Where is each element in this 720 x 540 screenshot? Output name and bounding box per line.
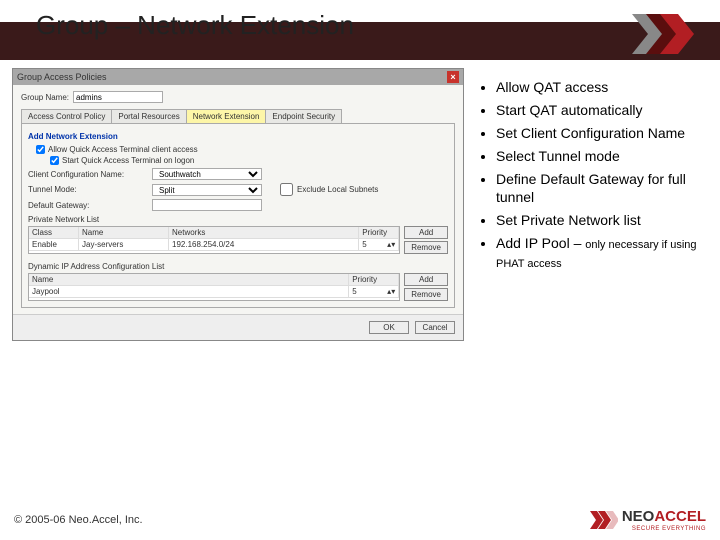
dialog-title-text: Group Access Policies xyxy=(17,72,107,82)
ok-button[interactable]: OK xyxy=(369,321,409,334)
allow-qat-checkbox[interactable] xyxy=(36,145,45,154)
list-item: Select Tunnel mode xyxy=(496,147,710,166)
dialog-titlebar: Group Access Policies × xyxy=(13,69,463,85)
tab-endpoint-security[interactable]: Endpoint Security xyxy=(265,109,342,123)
private-network-label: Private Network List xyxy=(28,215,448,224)
bullet-list: Allow QAT access Start QAT automatically… xyxy=(464,60,720,341)
tab-bar: Access Control Policy Portal Resources N… xyxy=(21,109,455,124)
tunnel-mode-select[interactable]: Split xyxy=(152,184,262,196)
default-gateway-input[interactable] xyxy=(152,199,262,211)
neoaccel-logo: NEOACCEL SECURE EVERYTHING xyxy=(590,507,706,533)
ip-remove-button[interactable]: Remove xyxy=(404,288,448,301)
list-item: Set Private Network list xyxy=(496,211,710,230)
slide-header: Group – Network Extension xyxy=(0,0,720,60)
tunnel-mode-label: Tunnel Mode: xyxy=(28,185,148,194)
table-row[interactable]: Enable Jay-servers 192.168.254.0/24 5▴▾ xyxy=(29,239,399,251)
group-name-input[interactable] xyxy=(73,91,163,103)
ip-pool-table: Name Priority Jaypool 5▴▾ xyxy=(28,273,400,301)
list-item: Set Client Configuration Name xyxy=(496,124,710,143)
group-policies-dialog: Group Access Policies × Group Name: Acce… xyxy=(12,68,464,341)
slide-title: Group – Network Extension xyxy=(36,10,354,41)
ip-add-button[interactable]: Add xyxy=(404,273,448,286)
chevron-decor xyxy=(632,14,702,54)
table-row[interactable]: Jaypool 5▴▾ xyxy=(29,286,399,298)
logo-mark-icon xyxy=(590,507,618,533)
list-item: Allow QAT access xyxy=(496,78,710,97)
slide-footer: © 2005-06 Neo.Accel, Inc. NEOACCEL SECUR… xyxy=(0,500,720,540)
stepper-icon[interactable]: ▴▾ xyxy=(387,287,395,296)
exclude-subnets-checkbox[interactable] xyxy=(280,183,293,196)
dynamic-ip-label: Dynamic IP Address Configuration List xyxy=(28,262,448,271)
tab-portal-resources[interactable]: Portal Resources xyxy=(111,109,186,123)
list-item: Define Default Gateway for full tunnel xyxy=(496,170,710,208)
private-network-table: Class Name Networks Priority Enable Jay-… xyxy=(28,226,400,254)
start-qat-checkbox[interactable] xyxy=(50,156,59,165)
stepper-icon[interactable]: ▴▾ xyxy=(387,240,395,249)
section-add-header: Add Network Extension xyxy=(28,132,448,141)
default-gateway-label: Default Gateway: xyxy=(28,201,148,210)
list-item: Start QAT automatically xyxy=(496,101,710,120)
cancel-button[interactable]: Cancel xyxy=(415,321,455,334)
list-item: Add IP Pool – only necessary if using PH… xyxy=(496,234,710,272)
group-name-label: Group Name: xyxy=(21,93,69,102)
tab-access-control[interactable]: Access Control Policy xyxy=(21,109,112,123)
client-conf-select[interactable]: Southwatch xyxy=(152,168,262,180)
copyright-text: © 2005-06 Neo.Accel, Inc. xyxy=(14,514,143,526)
close-icon[interactable]: × xyxy=(447,71,459,83)
tab-network-extension[interactable]: Network Extension xyxy=(186,109,267,123)
net-add-button[interactable]: Add xyxy=(404,226,448,239)
client-conf-label: Client Configuration Name: xyxy=(28,170,148,179)
net-remove-button[interactable]: Remove xyxy=(404,241,448,254)
